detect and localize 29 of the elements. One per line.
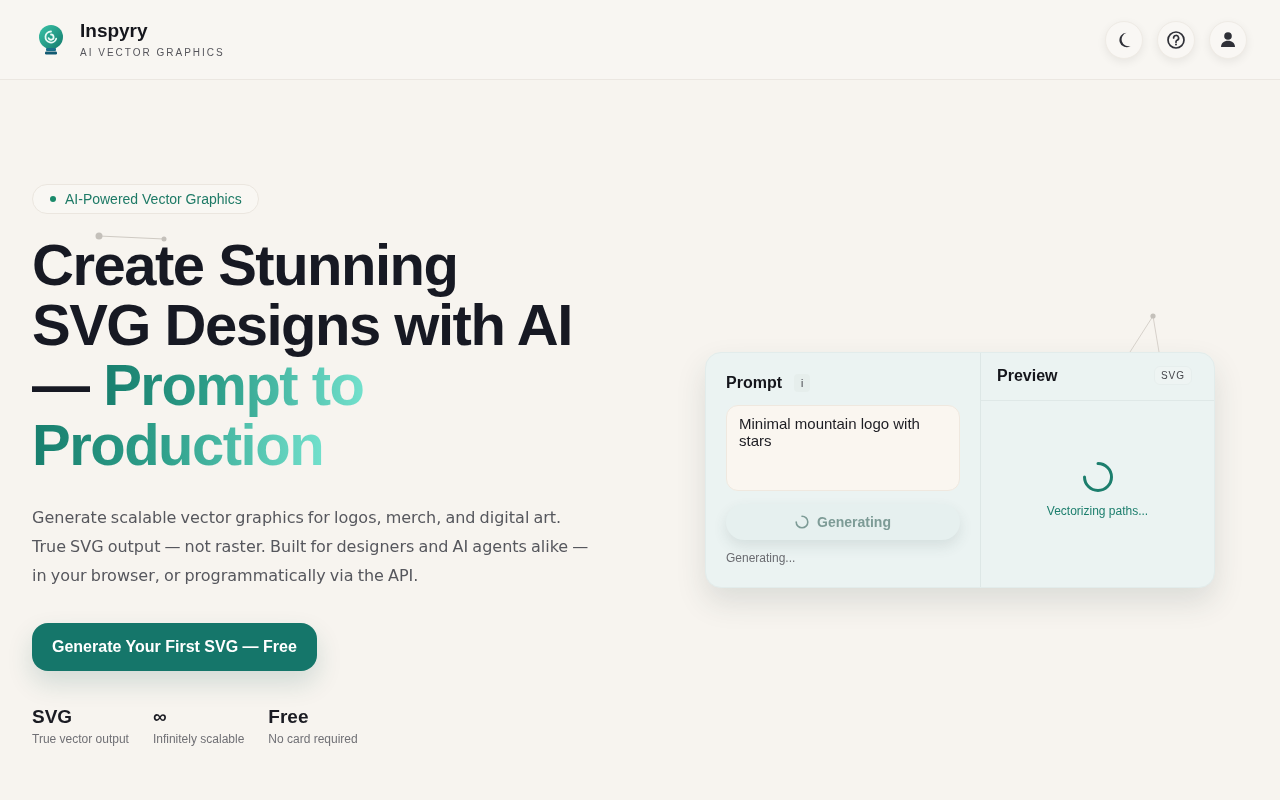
stat-label: Infinitely scalable [152, 731, 245, 747]
stat-value: Free [268, 705, 310, 729]
brand-name: Inspyry [80, 20, 149, 42]
hero-description: Generate scalable vector graphics for logos, merch, and digital art. True SVG output — not raster. Built for designers and AI agents alike — in your browser, or programmatically via the API. [32, 507, 590, 587]
user-icon [1221, 32, 1235, 47]
badge-label: AI-Powered Vector Graphics [65, 190, 242, 208]
help-icon [1167, 30, 1185, 49]
format-tag: SVG [1153, 366, 1192, 385]
stat-value: ∞ [152, 705, 168, 729]
stat-label: No card required [268, 731, 358, 747]
progress-text: Vectorizing paths... [1046, 503, 1149, 519]
preview-title: Preview [997, 365, 1058, 386]
stat-label: True vector output [32, 731, 129, 747]
cta-button[interactable]: Generate Your First SVG — Free [32, 623, 317, 671]
stat-value: SVG [32, 705, 74, 729]
info-button[interactable]: i [794, 374, 810, 392]
logo-icon [38, 24, 64, 55]
help-button[interactable] [1157, 20, 1195, 59]
spinner-icon [795, 515, 810, 529]
prompt-title: Prompt [726, 373, 782, 393]
hero-heading: Create Stunning SVG Designs with AI — Prompt to Production [32, 235, 573, 475]
account-button[interactable] [1209, 20, 1247, 59]
spinner-icon [1081, 461, 1114, 493]
dot-icon [50, 196, 56, 202]
brand-tagline: AI VECTOR GRAPHICS [80, 47, 225, 59]
prompt-field[interactable]: Minimal mountain logo with stars [726, 405, 960, 491]
status-text: Generating... [726, 550, 797, 566]
moon-icon [1117, 31, 1131, 48]
theme-toggle-button[interactable] [1105, 20, 1143, 59]
